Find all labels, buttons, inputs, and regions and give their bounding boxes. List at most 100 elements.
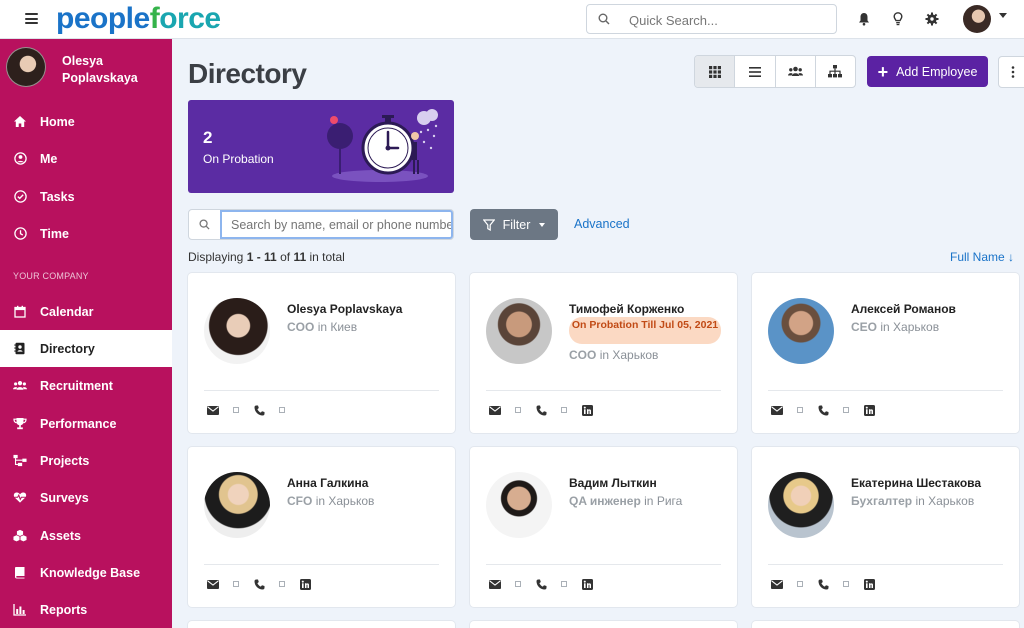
employee-name[interactable]: Анна Галкина (287, 476, 368, 490)
checkbox-icon[interactable] (558, 404, 570, 416)
checkbox-icon[interactable] (276, 404, 288, 416)
email-icon[interactable] (771, 578, 783, 590)
checkbox-icon[interactable] (512, 578, 524, 590)
advanced-filter-link[interactable]: Advanced (574, 217, 630, 231)
add-employee-button[interactable]: + Add Employee (867, 56, 988, 87)
gear-icon[interactable] (924, 11, 940, 27)
probation-count: 2 (203, 128, 213, 147)
contact-actions (489, 578, 604, 590)
sidebar-item-me[interactable]: Me (0, 140, 172, 177)
phone-icon[interactable] (535, 404, 547, 416)
employee-photo[interactable] (768, 472, 834, 538)
checkbox-icon[interactable] (230, 404, 242, 416)
employee-photo[interactable] (768, 298, 834, 364)
sidebar-item-projects[interactable]: Projects (0, 442, 172, 479)
probation-badge: On Probation Till Jul 05, 2021 (569, 317, 721, 344)
linkedin-icon[interactable] (299, 578, 311, 590)
employee-card[interactable]: Алексей Романов CEO in Харьков (752, 273, 1019, 433)
directory-search-input[interactable] (220, 210, 453, 239)
phone-icon[interactable] (817, 404, 829, 416)
checkbox-icon[interactable] (840, 404, 852, 416)
employee-card[interactable]: Тимофей Корженко On Probation Till Jul 0… (470, 273, 737, 433)
employee-card[interactable]: Вадим Лыткин QA инженер in Рига (470, 447, 737, 607)
sidebar-user-avatar[interactable] (6, 47, 46, 87)
sidebar-item-calendar[interactable]: Calendar (0, 293, 172, 330)
employee-name[interactable]: Тимофей Корженко (569, 302, 684, 316)
employee-photo[interactable] (204, 472, 270, 538)
sidebar-item-reports[interactable]: Reports (0, 591, 172, 628)
sidebar-item-directory[interactable]: Directory (0, 330, 172, 367)
email-icon[interactable] (771, 404, 783, 416)
employee-card-partial[interactable] (752, 621, 1019, 628)
add-employee-label: Add Employee (896, 64, 978, 79)
lightbulb-icon[interactable] (890, 11, 906, 27)
org-chart-view-button[interactable] (816, 56, 855, 87)
vertical-dots-icon (1011, 66, 1015, 78)
grid-icon (708, 65, 721, 78)
checkbox-icon[interactable] (558, 578, 570, 590)
employee-photo[interactable] (204, 298, 270, 364)
user-avatar[interactable] (963, 5, 991, 33)
sidebar-item-label: Surveys (40, 490, 89, 505)
hamburger-menu-icon[interactable] (25, 13, 38, 24)
employee-name[interactable]: Екатерина Шестакова (851, 476, 981, 490)
sidebar-item-tasks[interactable]: Tasks (0, 178, 172, 215)
employee-name[interactable]: Olesya Poplavskaya (287, 302, 402, 316)
bell-icon[interactable] (856, 11, 872, 27)
linkedin-icon[interactable] (581, 578, 593, 590)
employee-role: COO in Киев (287, 320, 358, 334)
checkbox-icon[interactable] (794, 578, 806, 590)
quick-search-input[interactable]: Quick Search... (586, 4, 837, 34)
caret-down-icon[interactable] (999, 13, 1007, 18)
email-icon[interactable] (207, 404, 219, 416)
more-options-button[interactable] (998, 56, 1024, 88)
sidebar-item-surveys[interactable]: Surveys (0, 479, 172, 516)
sidebar-item-knowledge-base[interactable]: Knowledge Base (0, 554, 172, 591)
phone-icon[interactable] (253, 404, 265, 416)
filter-button[interactable]: Filter (470, 209, 558, 240)
sidebar-item-assets[interactable]: Assets (0, 517, 172, 554)
sidebar-item-label: Knowledge Base (40, 565, 141, 580)
linkedin-icon[interactable] (863, 404, 875, 416)
sidebar-item-label: Performance (40, 416, 117, 431)
grid-view-button[interactable] (695, 56, 736, 87)
checkbox-icon[interactable] (840, 578, 852, 590)
employee-card[interactable]: Olesya Poplavskaya COO in Киев (188, 273, 455, 433)
checkbox-icon[interactable] (276, 578, 288, 590)
employee-name[interactable]: Вадим Лыткин (569, 476, 657, 490)
linkedin-icon[interactable] (863, 578, 875, 590)
checkbox-icon[interactable] (794, 404, 806, 416)
employee-role: CFO in Харьков (287, 494, 375, 508)
phone-icon[interactable] (817, 578, 829, 590)
list-view-button[interactable] (735, 56, 776, 87)
employee-card[interactable]: Екатерина Шестакова Бухгалтер in Харьков (752, 447, 1019, 607)
employee-card[interactable]: Анна Галкина CFO in Харьков (188, 447, 455, 607)
peopleforce-logo[interactable]: peopleforce (56, 2, 221, 36)
checkbox-icon[interactable] (512, 404, 524, 416)
phone-icon[interactable] (253, 578, 265, 590)
checkbox-icon[interactable] (230, 578, 242, 590)
address-book-icon (13, 342, 27, 356)
email-icon[interactable] (207, 578, 219, 590)
sidebar-item-home[interactable]: Home (0, 103, 172, 140)
employee-photo[interactable] (486, 298, 552, 364)
contact-actions (207, 404, 299, 416)
sidebar-user[interactable]: Olesya Poplavskaya (0, 39, 172, 99)
team-view-button[interactable] (776, 56, 816, 87)
phone-icon[interactable] (535, 578, 547, 590)
sidebar-section-label: YOUR COMPANY (13, 271, 89, 281)
email-icon[interactable] (489, 404, 501, 416)
sort-by-full-name[interactable]: Full Name ↓ (950, 250, 1014, 264)
sidebar-user-name[interactable]: Olesya Poplavskaya (62, 53, 162, 87)
sidebar-item-performance[interactable]: Performance (0, 405, 172, 442)
linkedin-icon[interactable] (581, 404, 593, 416)
cubes-icon (13, 529, 27, 543)
employee-photo[interactable] (486, 472, 552, 538)
employee-card-partial[interactable] (470, 621, 737, 628)
employee-card-partial[interactable] (188, 621, 455, 628)
employee-name[interactable]: Алексей Романов (851, 302, 956, 316)
sidebar-item-recruitment[interactable]: Recruitment (0, 367, 172, 404)
email-icon[interactable] (489, 578, 501, 590)
sidebar-item-time[interactable]: Time (0, 215, 172, 252)
on-probation-card[interactable]: 2 On Probation (188, 100, 454, 193)
